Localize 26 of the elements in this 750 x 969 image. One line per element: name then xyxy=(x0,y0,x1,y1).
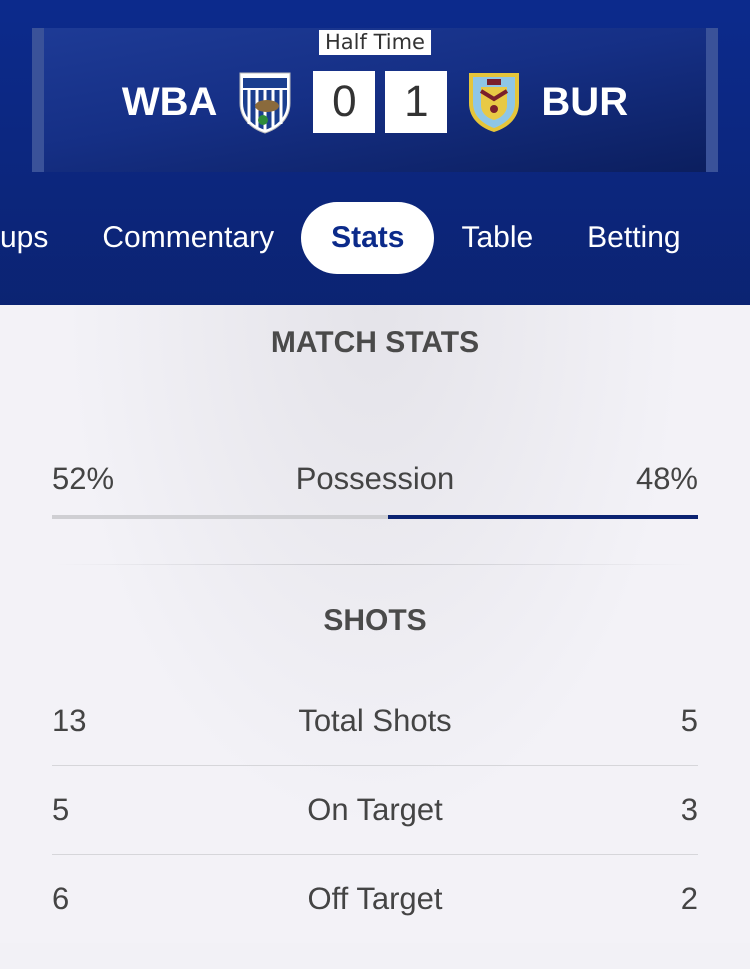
section-heading: MATCH STATS xyxy=(270,325,480,361)
home-value: 13 xyxy=(52,703,88,739)
shield-icon xyxy=(467,71,522,133)
away-score: 1 xyxy=(385,71,448,133)
tab[interactable]: Stats xyxy=(301,202,434,274)
stat-label: Possession xyxy=(296,461,454,497)
stat-label: On Target xyxy=(307,792,443,828)
home-value: 5 xyxy=(52,792,70,828)
team-name: WBA xyxy=(122,80,218,124)
stat-label: Off Target xyxy=(308,881,442,917)
away-value: 48% xyxy=(634,461,698,497)
match-status: Half Time xyxy=(319,30,431,55)
away-value: 5 xyxy=(680,703,698,739)
tab[interactable]: Betting xyxy=(560,202,708,274)
home-score: 0 xyxy=(313,71,376,133)
away-value: 3 xyxy=(680,792,698,828)
stat-label: Total Shots xyxy=(298,703,452,739)
section-heading: SHOTS xyxy=(322,603,428,639)
home-value: 52% xyxy=(52,461,116,497)
shield-icon xyxy=(237,70,294,134)
tab[interactable]: Commentary xyxy=(75,202,302,274)
team-name: BUR xyxy=(541,80,628,124)
home-value: 6 xyxy=(52,881,70,917)
tab[interactable]: Table xyxy=(434,202,560,274)
tab[interactable]: ups xyxy=(0,202,76,274)
away-value: 2 xyxy=(680,881,698,917)
